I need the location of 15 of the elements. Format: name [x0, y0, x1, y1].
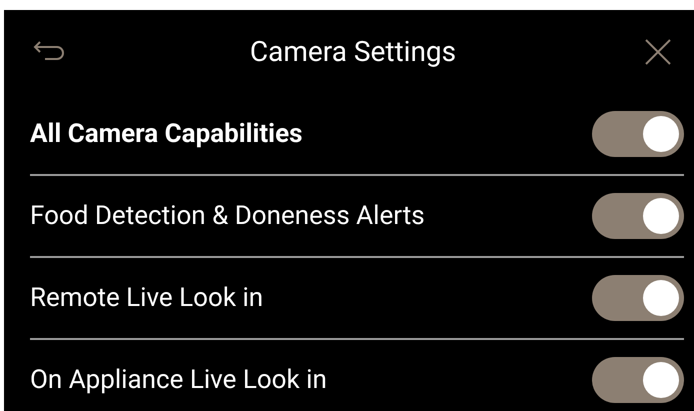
- close-icon: [644, 38, 672, 66]
- toggle-knob: [643, 198, 679, 234]
- setting-label: All Camera Capabilities: [30, 118, 302, 150]
- toggle-knob: [643, 116, 679, 152]
- toggle-switch[interactable]: [592, 275, 684, 321]
- setting-label: On Appliance Live Look in: [30, 364, 327, 396]
- toggle-knob: [643, 280, 679, 316]
- back-arrow-icon: [33, 41, 67, 63]
- toggle-switch[interactable]: [592, 193, 684, 239]
- page-title: Camera Settings: [250, 34, 456, 70]
- toggle-switch[interactable]: [592, 357, 684, 403]
- toggle-switch[interactable]: [592, 111, 684, 157]
- setting-label: Food Detection & Doneness Alerts: [30, 200, 425, 232]
- toggle-knob: [643, 362, 679, 398]
- setting-label: Remote Live Look in: [30, 282, 264, 314]
